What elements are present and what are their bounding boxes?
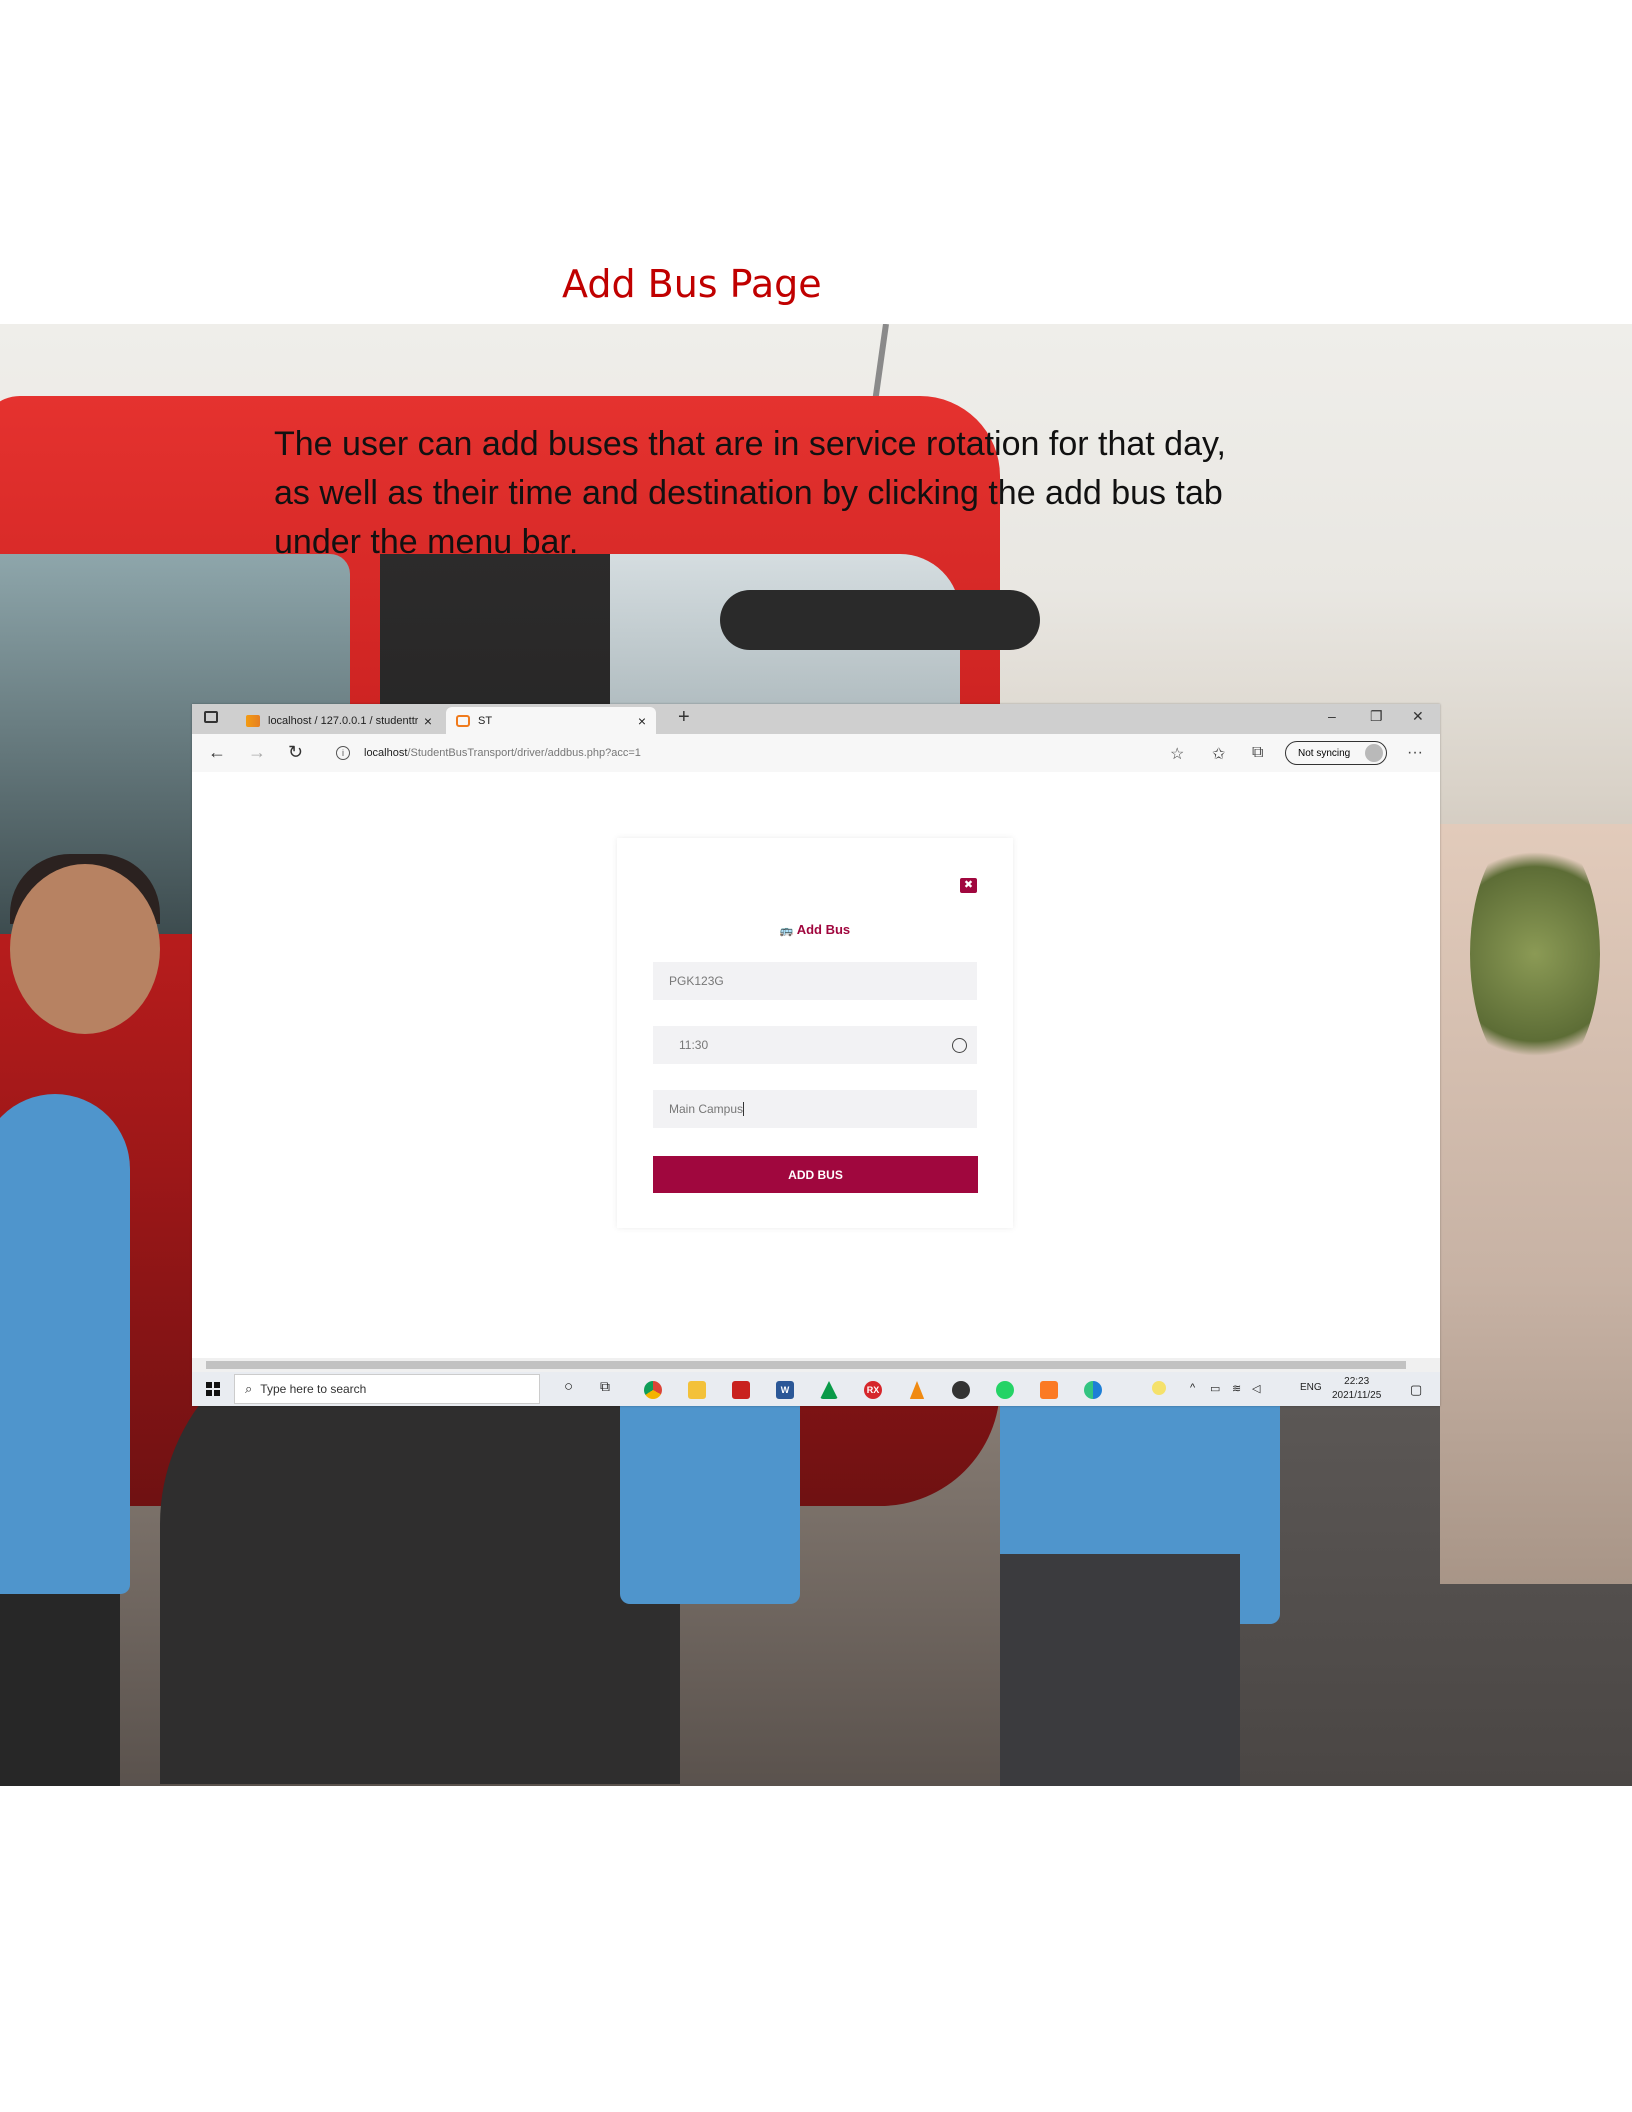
tab-phpmyadmin[interactable]: localhost / 127.0.0.1 / studenttra × <box>236 707 442 734</box>
notifications-icon[interactable]: ▢ <box>1410 1382 1422 1398</box>
search-icon: ⌕ <box>245 1381 253 1396</box>
chrome-icon[interactable] <box>644 1381 662 1399</box>
add-bus-button[interactable]: ADD BUS <box>653 1156 978 1193</box>
more-menu-icon[interactable]: ··· <box>1407 744 1423 762</box>
favorites-icon[interactable]: ✩ <box>1212 744 1225 764</box>
edge-icon[interactable] <box>1084 1381 1102 1399</box>
tree <box>1470 824 1600 1084</box>
clock-date: 2021/11/25 <box>1332 1390 1382 1401</box>
volume-icon[interactable]: ◁ <box>1252 1382 1260 1395</box>
windows-start-icon[interactable] <box>206 1382 220 1396</box>
form-title: 🚌 Add Bus <box>617 922 1013 937</box>
windows-taskbar: ⌕ Type here to search ○ ⧉ W RX ^ ▭ ≋ ◁ E… <box>192 1372 1440 1406</box>
destination-input[interactable]: Main Campus <box>653 1090 977 1128</box>
tab-actions-icon[interactable] <box>204 711 218 723</box>
destination-value: Main Campus <box>669 1102 744 1116</box>
whatsapp-icon[interactable] <box>996 1381 1014 1399</box>
sync-label: Not syncing <box>1298 747 1351 759</box>
file-explorer-icon[interactable] <box>688 1381 706 1399</box>
clock-icon[interactable] <box>952 1037 967 1053</box>
rx-app-icon[interactable]: RX <box>864 1381 882 1399</box>
xampp-taskbar-icon[interactable] <box>1040 1381 1058 1399</box>
scrollbar-thumb[interactable] <box>206 1361 1406 1369</box>
avatar <box>1365 744 1383 762</box>
restore-button[interactable]: ❐ <box>1370 708 1383 725</box>
taskbar-search[interactable]: ⌕ Type here to search <box>234 1374 540 1404</box>
phpmyadmin-icon <box>246 714 260 727</box>
clock-time: 22:23 <box>1344 1376 1370 1387</box>
tab-label: ST <box>478 714 493 727</box>
chevron-up-icon[interactable]: ^ <box>1190 1382 1195 1394</box>
forward-button[interactable]: → <box>248 742 266 763</box>
page-title: Add Bus Page <box>562 262 822 306</box>
triangle-app-icon[interactable] <box>820 1381 838 1399</box>
system-clock[interactable]: 22:23 2021/11/25 <box>1332 1375 1381 1403</box>
tab-label: localhost / 127.0.0.1 / studenttra <box>268 714 418 727</box>
page-description: The user can add buses that are in servi… <box>274 425 1226 561</box>
profile-sync-button[interactable]: Not syncing <box>1285 741 1387 765</box>
info-icon[interactable]: i <box>336 746 350 760</box>
cortana-icon[interactable]: ○ <box>564 1378 573 1395</box>
language-indicator[interactable]: ENG <box>1300 1382 1322 1393</box>
reload-button[interactable]: ↻ <box>288 742 303 763</box>
text-cursor <box>743 1102 745 1116</box>
person-left <box>0 1094 130 1594</box>
word-icon[interactable]: W <box>776 1381 794 1399</box>
network-icon[interactable]: ≋ <box>1232 1382 1241 1395</box>
tab-close-icon[interactable]: × <box>424 713 432 729</box>
tab-bar: localhost / 127.0.0.1 / studenttra × ST … <box>192 704 1440 734</box>
time-value: 11:30 <box>679 1038 709 1052</box>
search-placeholder: Type here to search <box>260 1382 367 1396</box>
person-head <box>10 864 160 1034</box>
media-player-icon[interactable] <box>952 1381 970 1399</box>
time-input[interactable]: 11:30 <box>653 1026 977 1064</box>
form-title-text: Add Bus <box>796 922 851 937</box>
page-viewport: ✖ 🚌 Add Bus PGK123G 11:30 Main Campus AD… <box>192 772 1440 1358</box>
xampp-icon <box>456 714 470 727</box>
close-window-button[interactable]: ✕ <box>1412 708 1424 725</box>
person-pants <box>1000 1554 1240 1786</box>
tab-close-icon[interactable]: × <box>638 713 646 729</box>
collections-icon[interactable]: ⧉ <box>1252 744 1263 762</box>
vlc-icon[interactable] <box>909 1381 925 1399</box>
person-pants-left <box>0 1594 120 1786</box>
task-view-icon[interactable]: ⧉ <box>600 1378 610 1395</box>
url-path: /StudentBusTransport/driver/addbus.php?a… <box>407 747 641 759</box>
close-form-button[interactable]: ✖ <box>960 878 977 893</box>
browser-window: localhost / 127.0.0.1 / studenttra × ST … <box>192 704 1440 1406</box>
url-field[interactable]: i localhost /StudentBusTransport/driver/… <box>326 740 1166 766</box>
horizontal-scrollbar[interactable] <box>192 1358 1440 1372</box>
add-bus-form: ✖ 🚌 Add Bus PGK123G 11:30 Main Campus AD… <box>617 838 1013 1228</box>
weather-icon[interactable] <box>1152 1381 1166 1395</box>
address-bar: ← → ↻ i localhost /StudentBusTransport/d… <box>192 734 1440 773</box>
acrobat-icon[interactable] <box>732 1381 750 1399</box>
bus-icon: 🚌 <box>779 925 794 937</box>
new-tab-button[interactable]: + <box>678 706 690 729</box>
minimize-button[interactable]: – <box>1328 708 1336 724</box>
bus-mirror <box>720 590 1040 650</box>
favorite-add-icon[interactable]: ☆ <box>1170 744 1184 764</box>
url-host: localhost <box>364 747 408 759</box>
back-button[interactable]: ← <box>208 742 226 763</box>
bus-number-value: PGK123G <box>669 974 724 988</box>
tab-st[interactable]: ST × <box>446 707 656 734</box>
bus-number-input[interactable]: PGK123G <box>653 962 977 1000</box>
battery-icon[interactable]: ▭ <box>1210 1382 1220 1395</box>
